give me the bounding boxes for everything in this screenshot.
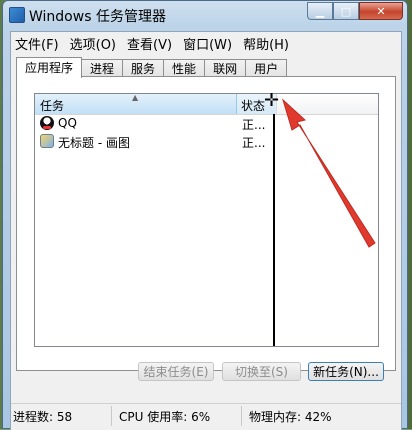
task-list[interactable]: ▲ 任务 状态 QQ 正... 无标题 - 画图 正... bbox=[34, 93, 379, 347]
cpu-usage: CPU 使用率: 6% bbox=[119, 410, 211, 424]
status-separator bbox=[241, 406, 242, 426]
process-count: 进程数: 58 bbox=[13, 410, 73, 424]
menu-view[interactable]: 查看(V) bbox=[123, 32, 179, 53]
maximize-button[interactable]: □ bbox=[333, 2, 359, 20]
menu-options[interactable]: 选项(O) bbox=[66, 32, 123, 53]
applications-panel: ▲ 任务 状态 QQ 正... 无标题 - 画图 正... bbox=[16, 76, 396, 371]
new-task-button[interactable]: 新任务(N)... bbox=[308, 362, 384, 381]
status-separator bbox=[111, 406, 112, 426]
end-task-button[interactable]: 结束任务(E) bbox=[138, 362, 214, 381]
task-name: QQ bbox=[58, 116, 77, 130]
client-area: 文件(F) 选项(O) 查看(V) 窗口(W) 帮助(H) 应用程序 进程 服务… bbox=[10, 31, 402, 430]
task-name: 无标题 - 画图 bbox=[58, 136, 130, 150]
tab-networking[interactable]: 联网 bbox=[204, 59, 247, 77]
column-status-label: 状态 bbox=[241, 99, 266, 113]
minimize-button[interactable]: ▁ bbox=[307, 2, 333, 20]
paint-icon bbox=[40, 134, 54, 148]
tab-users[interactable]: 用户 bbox=[245, 59, 288, 77]
tab-strip: 应用程序 进程 服务 性能 联网 用户 bbox=[16, 57, 288, 78]
list-header: ▲ 任务 状态 bbox=[35, 94, 378, 115]
menu-file[interactable]: 文件(F) bbox=[11, 32, 66, 53]
memory-usage: 物理内存: 42% bbox=[249, 410, 332, 424]
qq-icon bbox=[40, 116, 54, 130]
minimize-icon: ▁ bbox=[315, 4, 325, 18]
task-row[interactable]: 无标题 - 画图 正... bbox=[35, 133, 378, 150]
task-status: 正... bbox=[242, 118, 266, 132]
task-manager-window: Windows 任务管理器 ▁ □ ✕ 文件(F) 选项(O) 查看(V) 窗口… bbox=[2, 0, 408, 430]
title-bar[interactable]: Windows 任务管理器 ▁ □ ✕ bbox=[3, 1, 407, 29]
tab-services[interactable]: 服务 bbox=[122, 59, 165, 77]
task-manager-icon bbox=[9, 7, 25, 23]
close-icon: ✕ bbox=[376, 4, 386, 18]
column-header-task[interactable]: ▲ 任务 bbox=[35, 94, 237, 114]
task-status: 正... bbox=[242, 136, 266, 150]
window-title: Windows 任务管理器 bbox=[29, 9, 166, 25]
status-bar: 进程数: 58 CPU 使用率: 6% 物理内存: 42% bbox=[11, 403, 401, 430]
task-row[interactable]: QQ 正... bbox=[35, 115, 378, 132]
window-controls: ▁ □ ✕ bbox=[307, 2, 403, 20]
column-resize-line[interactable] bbox=[273, 114, 275, 346]
maximize-icon: □ bbox=[340, 4, 352, 18]
column-task-label: 任务 bbox=[40, 99, 65, 113]
tab-performance[interactable]: 性能 bbox=[163, 59, 206, 77]
tab-processes[interactable]: 进程 bbox=[81, 59, 124, 77]
menu-window[interactable]: 窗口(W) bbox=[179, 32, 239, 53]
menu-help[interactable]: 帮助(H) bbox=[239, 32, 296, 53]
sort-ascending-icon: ▲ bbox=[132, 93, 139, 102]
tab-applications[interactable]: 应用程序 bbox=[16, 57, 83, 78]
switch-to-button[interactable]: 切换至(S) bbox=[222, 362, 301, 381]
menu-bar: 文件(F) 选项(O) 查看(V) 窗口(W) 帮助(H) bbox=[11, 32, 401, 53]
close-button[interactable]: ✕ bbox=[359, 2, 403, 20]
resize-cursor-icon: ✛ bbox=[264, 90, 280, 111]
